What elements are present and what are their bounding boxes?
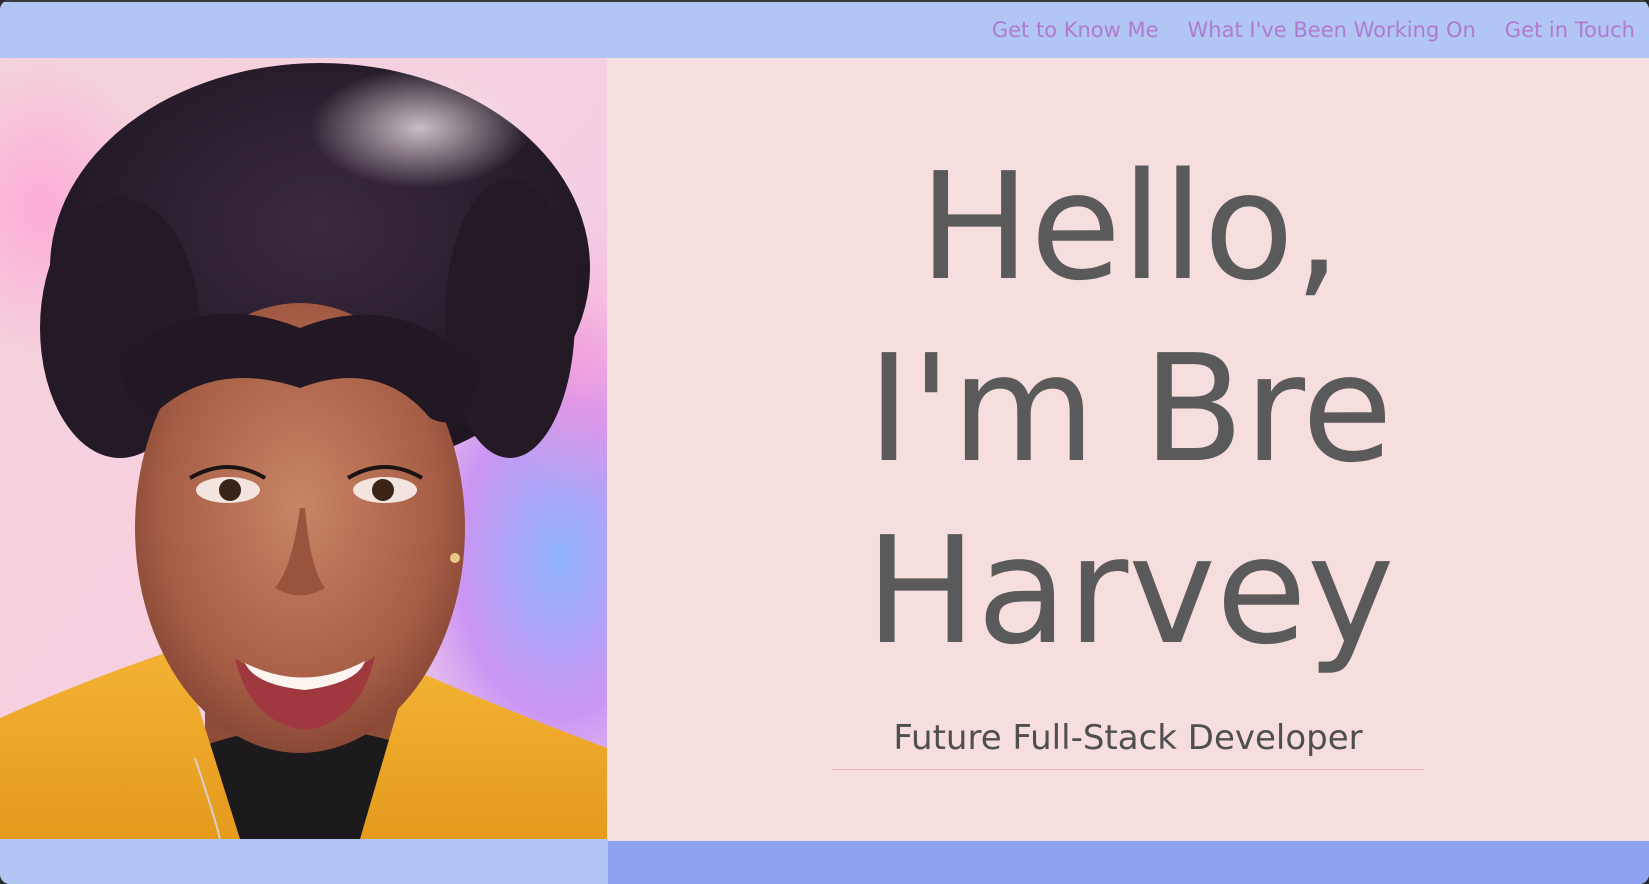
footer-bar-left: [0, 839, 608, 884]
nav-link-projects[interactable]: What I've Been Working On: [1188, 18, 1476, 42]
navbar: Get to Know Me What I've Been Working On…: [0, 2, 1649, 58]
nav-link-about[interactable]: Get to Know Me: [992, 18, 1159, 42]
browser-page: Get to Know Me What I've Been Working On…: [0, 0, 1649, 884]
profile-photo: [0, 58, 607, 839]
footer-bar-right: [608, 841, 1649, 884]
nav-links: Get to Know Me What I've Been Working On…: [992, 2, 1635, 58]
nav-link-contact[interactable]: Get in Touch: [1505, 18, 1635, 42]
headline-line-2: I'm Bre: [867, 323, 1393, 495]
headline-line-3: Harvey: [865, 505, 1395, 677]
hero-subtitle: Future Full-Stack Developer: [832, 718, 1424, 770]
headline-line-1: Hello,: [918, 141, 1342, 313]
hero-headline: Hello, I'm Bre Harvey: [780, 136, 1480, 682]
hero-section: Hello, I'm Bre Harvey Future Full-Stack …: [0, 58, 1649, 839]
